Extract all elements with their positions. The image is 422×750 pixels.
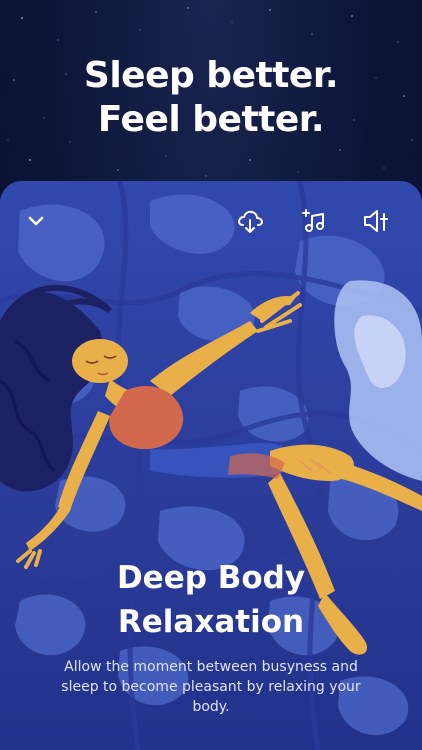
chevron-down-icon: [28, 216, 44, 226]
headline-line-2: Feel better.: [97, 99, 325, 140]
volume-adjust-icon: [364, 210, 388, 232]
session-title-line-1: Deep Body: [116, 560, 306, 596]
session-description: Allow the moment between busyness and sl…: [61, 659, 361, 715]
music-note-icon: [302, 209, 324, 232]
headline-line-1: Sleep better.: [83, 55, 339, 96]
collapse-button[interactable]: [18, 203, 54, 239]
headline: Sleep better. Feel better.: [0, 54, 422, 142]
player-card: Deep Body Relaxation Allow the moment be…: [0, 181, 422, 750]
session-title-line-2: Relaxation: [117, 604, 305, 640]
music-button[interactable]: [296, 203, 332, 239]
cloud-download-icon: [238, 210, 263, 233]
session-title: Deep Body Relaxation: [0, 556, 422, 644]
app-screen: Sleep better. Feel better. Deep Body Rel…: [0, 0, 422, 750]
download-button[interactable]: [232, 203, 268, 239]
volume-button[interactable]: [358, 203, 394, 239]
